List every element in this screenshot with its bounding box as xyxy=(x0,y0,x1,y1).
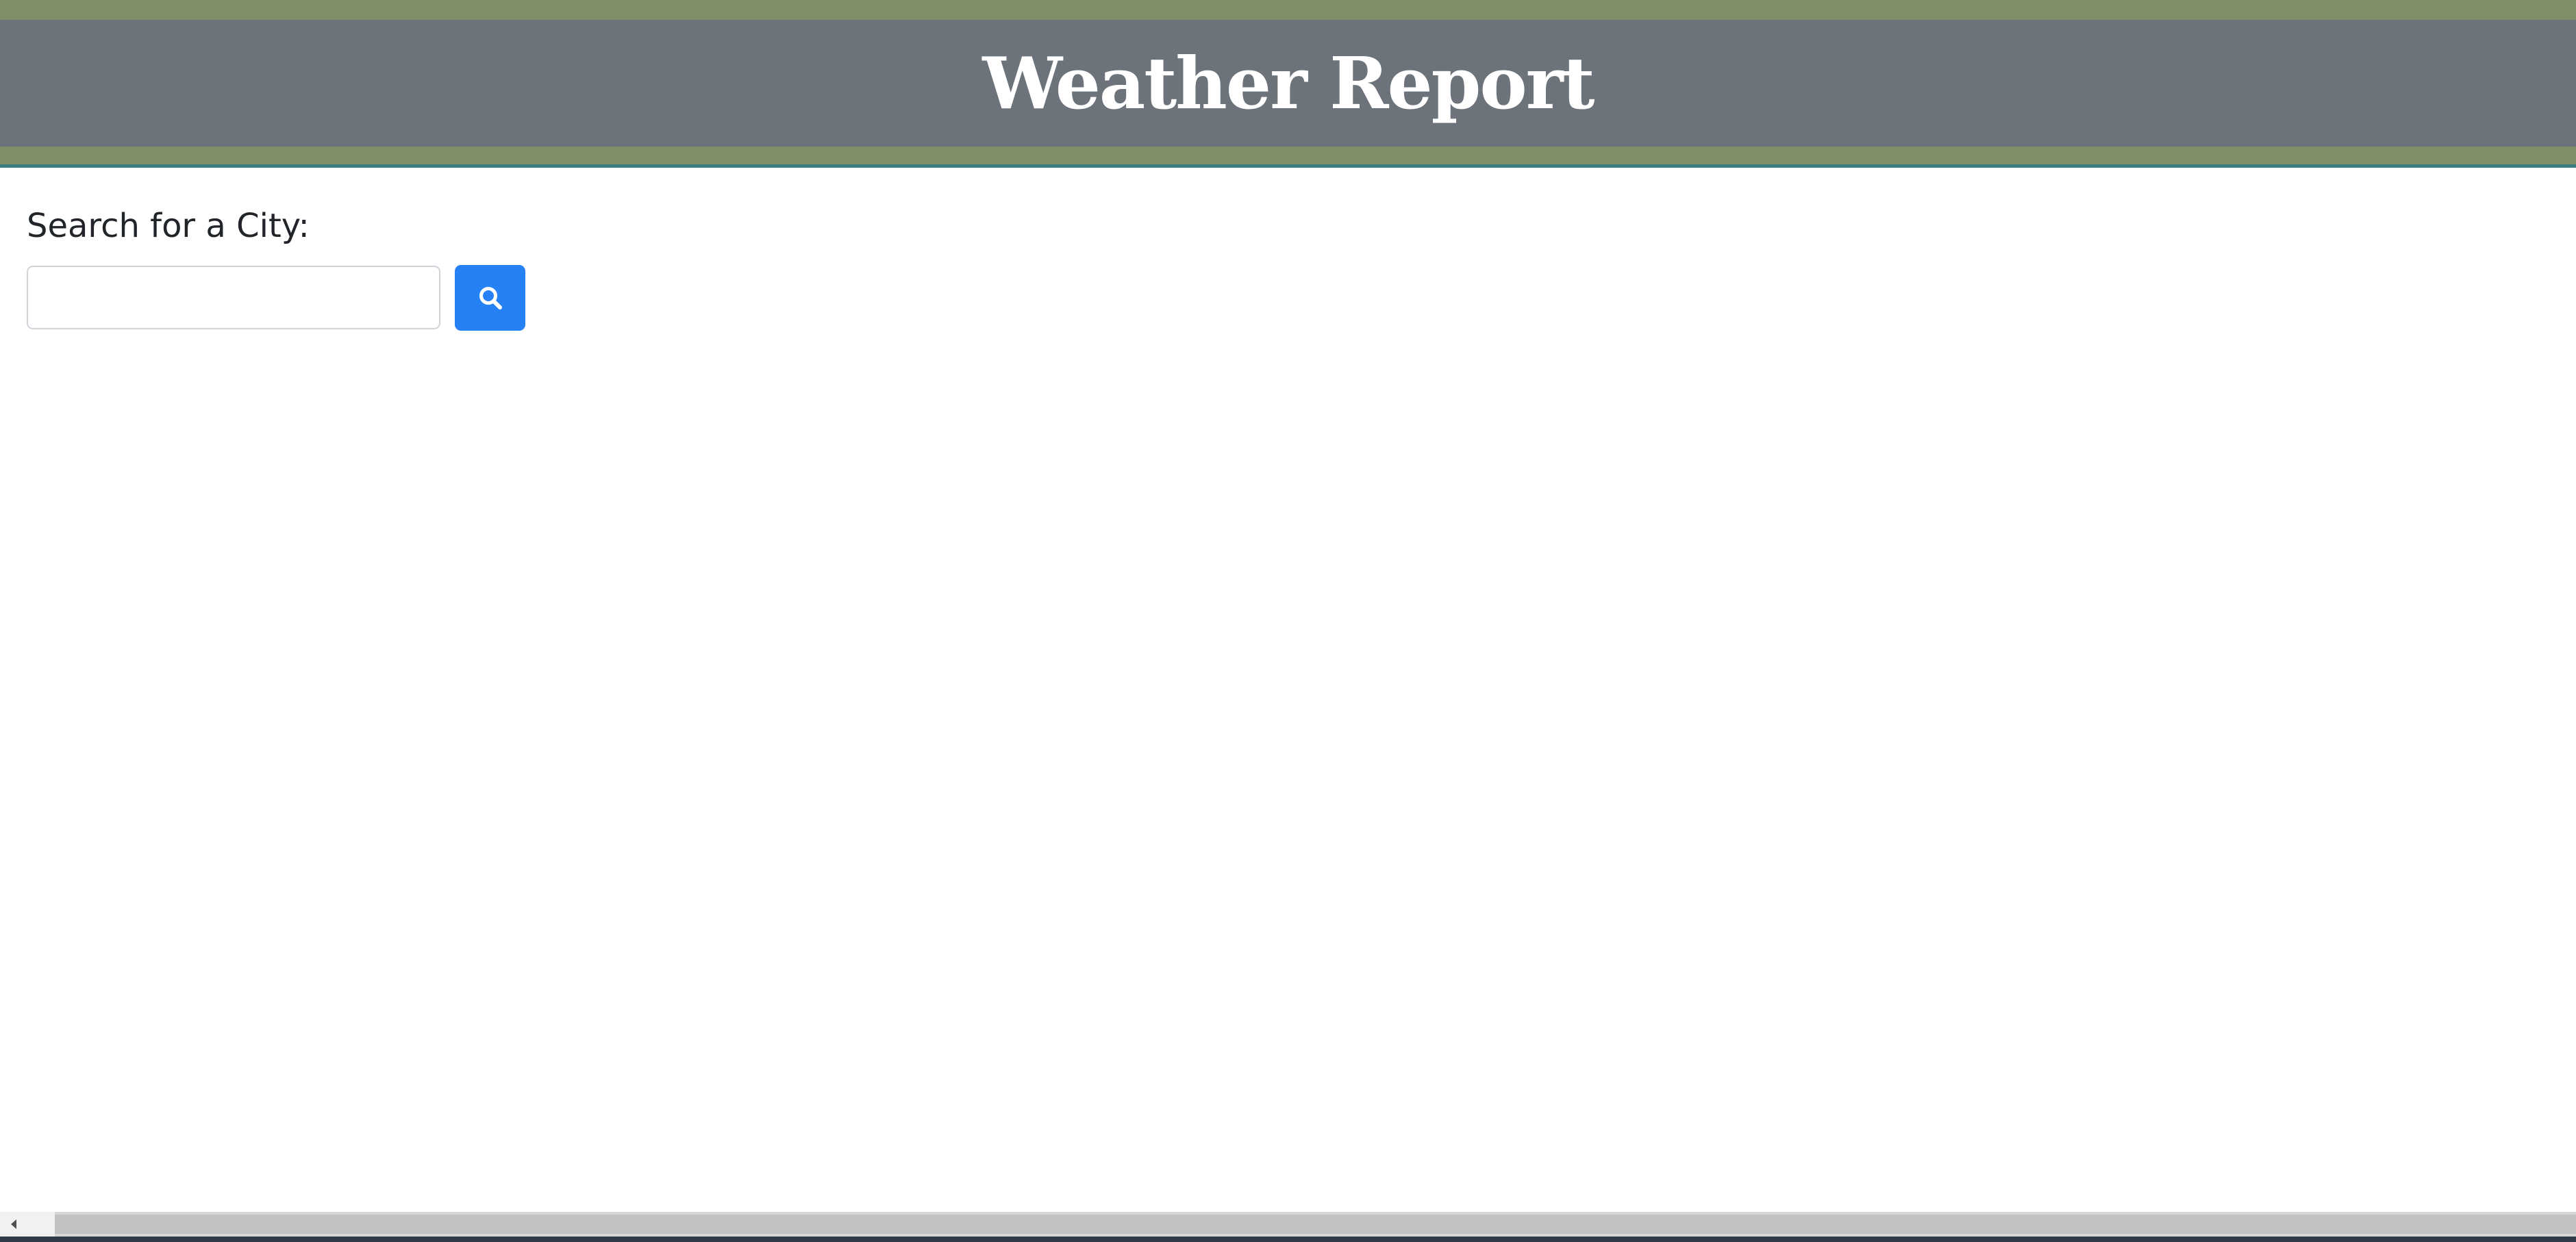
page-title: Weather Report xyxy=(982,41,1595,125)
search-label: Search for a City: xyxy=(27,207,310,245)
horizontal-scrollbar[interactable] xyxy=(0,1212,2576,1242)
page-header: Weather Report xyxy=(0,0,2576,168)
scroll-left-arrow-icon[interactable] xyxy=(0,1212,27,1237)
search-icon xyxy=(479,287,502,309)
search-button[interactable] xyxy=(455,265,525,331)
header-divider xyxy=(0,164,2576,168)
header-title-bar: Weather Report xyxy=(0,20,2576,147)
taskbar-edge xyxy=(0,1237,2576,1242)
scrollbar-thumb[interactable] xyxy=(55,1215,2576,1234)
city-search-input[interactable] xyxy=(27,266,440,329)
